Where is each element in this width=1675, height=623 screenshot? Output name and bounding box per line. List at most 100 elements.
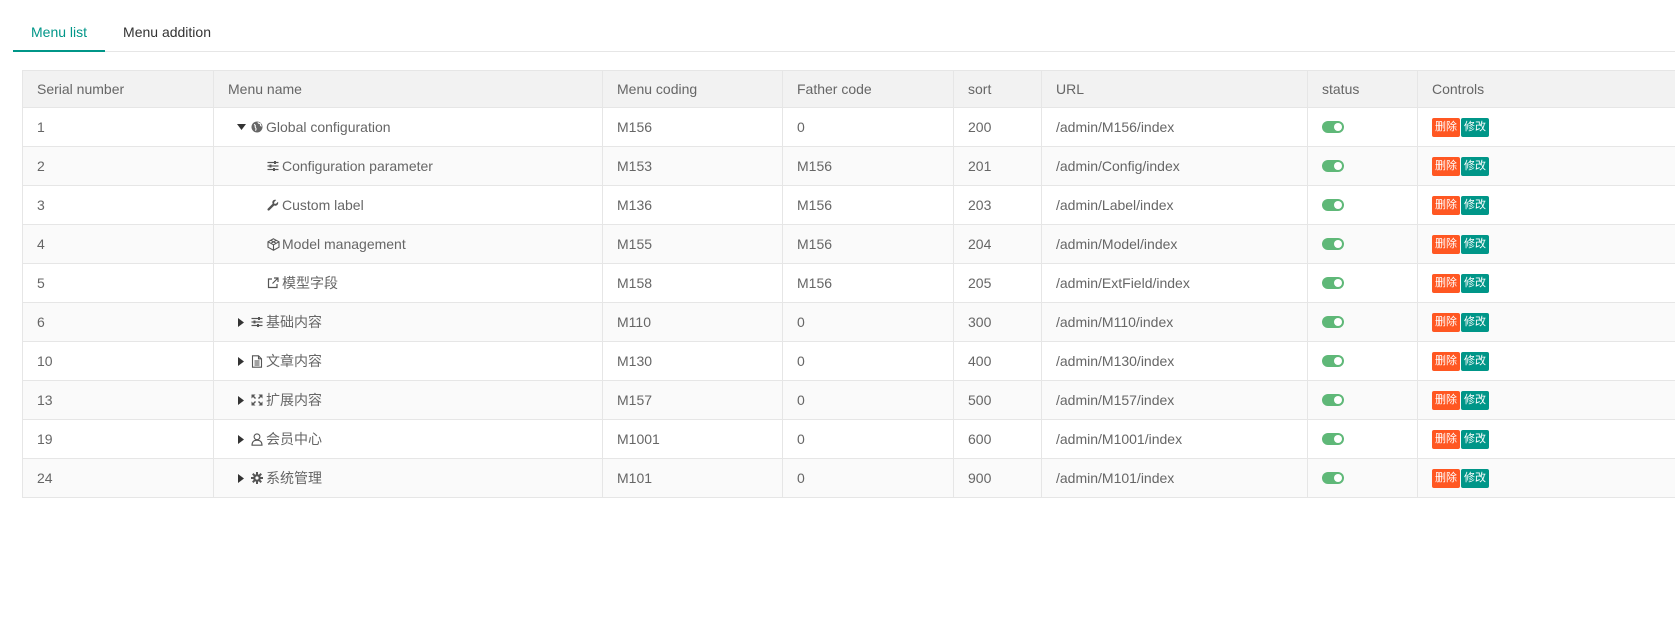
status-toggle[interactable] bbox=[1322, 277, 1344, 290]
cell-url: /admin/Config/index bbox=[1041, 146, 1308, 186]
header-url[interactable]: URL bbox=[1041, 70, 1308, 108]
edit-button[interactable]: 修改 bbox=[1461, 390, 1489, 410]
cell-status bbox=[1307, 302, 1418, 342]
table-row[interactable]: 5 模型字段 M158 M156 205/admin/ExtField/index 删除修… bbox=[22, 263, 1675, 303]
caret-right-icon[interactable] bbox=[234, 393, 248, 407]
delete-button[interactable]: 删除 bbox=[1432, 468, 1460, 488]
cell-status bbox=[1307, 458, 1418, 498]
cell-menu-name: 会员中心 bbox=[213, 419, 603, 459]
header-status[interactable]: status bbox=[1307, 70, 1418, 108]
cell-sort: 300 bbox=[953, 302, 1042, 342]
caret-right-icon[interactable] bbox=[234, 315, 248, 329]
status-toggle[interactable] bbox=[1322, 160, 1344, 173]
delete-button[interactable]: 删除 bbox=[1432, 117, 1460, 137]
edit-button[interactable]: 修改 bbox=[1461, 312, 1489, 332]
cell-status bbox=[1307, 107, 1418, 147]
cell-controls: 删除 修改 bbox=[1417, 107, 1675, 147]
header-menu-coding[interactable]: Menu coding bbox=[602, 70, 783, 108]
cell-sort: 600 bbox=[953, 419, 1042, 459]
cell-url: /admin/M1001/index bbox=[1041, 419, 1308, 459]
cell-serial-number: 6 bbox=[22, 302, 214, 342]
cell-menu-coding: M136 bbox=[602, 185, 783, 225]
edit-button[interactable]: 修改 bbox=[1461, 351, 1489, 371]
status-toggle[interactable] bbox=[1322, 199, 1344, 212]
cell-serial-number: 10 bbox=[22, 341, 214, 381]
cell-status bbox=[1307, 146, 1418, 186]
table-row[interactable]: 1 Global configuration M156 0 200/admin/M156… bbox=[22, 107, 1675, 147]
cell-controls: 删除 修改 bbox=[1417, 380, 1675, 420]
edit-button[interactable]: 修改 bbox=[1461, 156, 1489, 176]
cell-controls: 删除 修改 bbox=[1417, 185, 1675, 225]
table-row[interactable]: 24 系统管理 M101 0 900/admin/M101/index 删除 修改 bbox=[22, 458, 1675, 498]
cell-url: /admin/M110/index bbox=[1041, 302, 1308, 342]
header-father-code[interactable]: Father code bbox=[782, 70, 954, 108]
cell-controls: 删除 修改 bbox=[1417, 146, 1675, 186]
status-toggle[interactable] bbox=[1322, 316, 1344, 329]
table-row[interactable]: 13 扩展内容 M157 0 500/admin/M157/index 删除 修改 bbox=[22, 380, 1675, 420]
table-row[interactable]: 3 Custom label M136 M156 203/admin/Label/ind… bbox=[22, 185, 1675, 225]
status-toggle[interactable] bbox=[1322, 472, 1344, 485]
menu-name-label: Global configuration bbox=[266, 119, 391, 135]
cell-controls: 删除 修改 bbox=[1417, 341, 1675, 381]
menu-name-label: 文章内容 bbox=[266, 353, 322, 369]
cell-serial-number: 1 bbox=[22, 107, 214, 147]
cell-menu-name: Custom label bbox=[213, 185, 603, 225]
table-row[interactable]: 2 Configuration parameter M153 M156 201/admi… bbox=[22, 146, 1675, 186]
cell-menu-name: Model management bbox=[213, 224, 603, 264]
status-toggle[interactable] bbox=[1322, 121, 1344, 134]
status-toggle[interactable] bbox=[1322, 355, 1344, 368]
cell-father-code: M156 bbox=[782, 185, 954, 225]
caret-right-icon[interactable] bbox=[234, 432, 248, 446]
status-toggle[interactable] bbox=[1322, 394, 1344, 407]
cell-menu-name: 文章内容 bbox=[213, 341, 603, 381]
edit-button[interactable]: 修改 bbox=[1461, 468, 1489, 488]
delete-button[interactable]: 删除 bbox=[1432, 312, 1460, 332]
header-sort[interactable]: sort bbox=[953, 70, 1042, 108]
delete-button[interactable]: 删除 bbox=[1432, 234, 1460, 254]
cell-status bbox=[1307, 341, 1418, 381]
caret-right-icon[interactable] bbox=[234, 354, 248, 368]
edit-button[interactable]: 修改 bbox=[1461, 273, 1489, 293]
status-toggle[interactable] bbox=[1322, 238, 1344, 251]
cell-url: /admin/M130/index bbox=[1041, 341, 1308, 381]
caret-down-icon[interactable] bbox=[234, 120, 248, 134]
cell-menu-coding: M156 bbox=[602, 107, 783, 147]
status-toggle[interactable] bbox=[1322, 433, 1344, 446]
header-serial-number[interactable]: Serial number bbox=[22, 70, 214, 108]
cell-menu-coding: M157 bbox=[602, 380, 783, 420]
caret-right-icon[interactable] bbox=[234, 471, 248, 485]
delete-button[interactable]: 删除 bbox=[1432, 390, 1460, 410]
edit-button[interactable]: 修改 bbox=[1461, 195, 1489, 215]
tab-menu-list[interactable]: Menu list bbox=[13, 12, 106, 52]
cell-father-code: M156 bbox=[782, 146, 954, 186]
delete-button[interactable]: 删除 bbox=[1432, 351, 1460, 371]
table-row[interactable]: 6 基础内容 M110 0 300/admin/M110/index 删除 修改 bbox=[22, 302, 1675, 342]
wrench-icon bbox=[266, 198, 280, 212]
cell-url: /admin/ExtField/index bbox=[1041, 263, 1308, 303]
cell-controls: 删除 修改 bbox=[1417, 224, 1675, 264]
delete-button[interactable]: 删除 bbox=[1432, 429, 1460, 449]
table-row[interactable]: 4 Model management M155 M156 204/admin/Model… bbox=[22, 224, 1675, 264]
header-menu-name[interactable]: Menu name bbox=[213, 70, 603, 108]
delete-button[interactable]: 删除 bbox=[1432, 195, 1460, 215]
delete-button[interactable]: 删除 bbox=[1432, 156, 1460, 176]
header-controls: Controls bbox=[1417, 70, 1675, 108]
delete-button[interactable]: 删除 bbox=[1432, 273, 1460, 293]
cell-father-code: 0 bbox=[782, 380, 954, 420]
tab-menu-addition[interactable]: Menu addition bbox=[105, 12, 229, 51]
cell-status bbox=[1307, 419, 1418, 459]
cell-serial-number: 3 bbox=[22, 185, 214, 225]
cell-menu-name: Global configuration bbox=[213, 107, 603, 147]
edit-button[interactable]: 修改 bbox=[1461, 117, 1489, 137]
cell-url: /admin/M156/index bbox=[1041, 107, 1308, 147]
gear-icon bbox=[250, 471, 264, 485]
cell-serial-number: 5 bbox=[22, 263, 214, 303]
table-row[interactable]: 19 会员中心 M1001 0 600/admin/M1001/index 删除 修改 bbox=[22, 419, 1675, 459]
cell-sort: 205 bbox=[953, 263, 1042, 303]
table-row[interactable]: 10 文章内容 M130 0 400/admin/M130/index 删除 修改 bbox=[22, 341, 1675, 381]
edit-button[interactable]: 修改 bbox=[1461, 234, 1489, 254]
external-link-icon bbox=[266, 276, 280, 290]
cell-father-code: 0 bbox=[782, 107, 954, 147]
cell-father-code: 0 bbox=[782, 458, 954, 498]
edit-button[interactable]: 修改 bbox=[1461, 429, 1489, 449]
